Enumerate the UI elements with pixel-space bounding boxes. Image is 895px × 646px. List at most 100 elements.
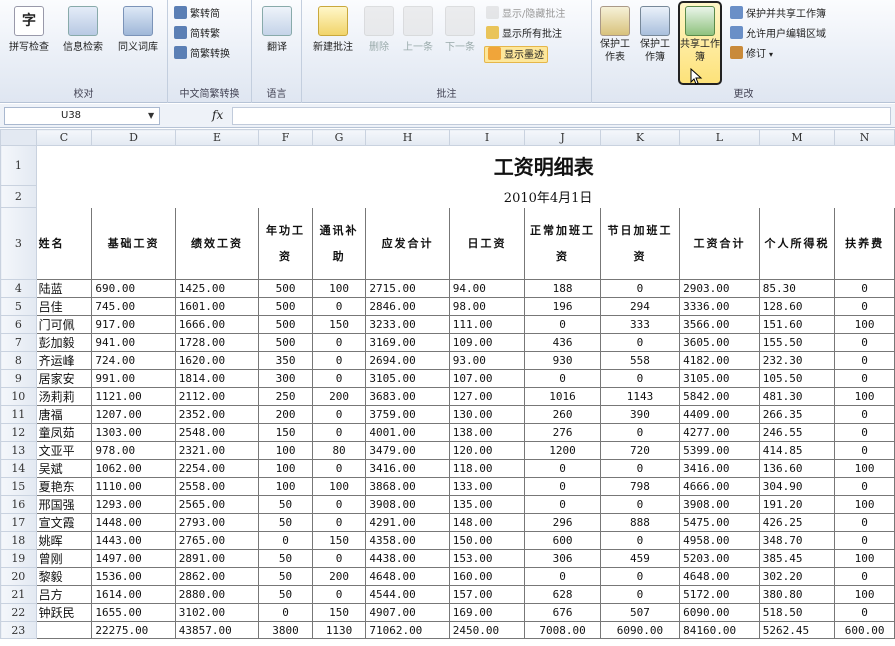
cell[interactable]: 2765.00 bbox=[174, 531, 260, 550]
column-header[interactable]: G bbox=[311, 129, 367, 146]
column-header[interactable]: M bbox=[758, 129, 836, 146]
cell[interactable]: 153.00 bbox=[448, 549, 526, 568]
row-header[interactable]: 11 bbox=[0, 405, 37, 424]
spell-check-button[interactable]: 字 拼写检查 bbox=[4, 6, 54, 53]
cell[interactable]: 600.00 bbox=[834, 621, 895, 639]
cell[interactable]: 1200 bbox=[524, 441, 601, 460]
employee-name-cell[interactable]: 宣文霞 bbox=[35, 513, 93, 532]
cell[interactable]: 2715.00 bbox=[365, 279, 450, 298]
cell[interactable]: 107.00 bbox=[448, 369, 526, 388]
employee-name-cell[interactable]: 吕方 bbox=[35, 585, 93, 604]
cell[interactable]: 4291.00 bbox=[365, 513, 450, 532]
cell[interactable]: 120.00 bbox=[448, 441, 526, 460]
employee-name-cell[interactable]: 夏艳东 bbox=[35, 477, 93, 496]
table-header-cell[interactable]: 正常加班工资 bbox=[524, 207, 601, 280]
cell-grid[interactable]: CDEFGHIJKLMN 1 工资明细表 2 2010年4月1日 3 姓名 基础工… bbox=[0, 129, 895, 639]
cell[interactable]: 100 bbox=[311, 279, 367, 298]
cell[interactable]: 191.20 bbox=[758, 495, 836, 514]
employee-name-cell[interactable]: 黎毅 bbox=[35, 567, 93, 586]
cell[interactable]: 518.50 bbox=[758, 603, 836, 622]
cell[interactable]: 3102.00 bbox=[174, 603, 260, 622]
cell[interactable]: 200 bbox=[258, 405, 313, 424]
cell[interactable]: 133.00 bbox=[448, 477, 526, 496]
employee-name-cell[interactable]: 文亚平 bbox=[35, 441, 93, 460]
translate-button[interactable]: 翻译 bbox=[258, 6, 296, 53]
cell[interactable]: 917.00 bbox=[91, 315, 176, 334]
cell[interactable]: 2694.00 bbox=[365, 351, 450, 370]
cell[interactable]: 0 bbox=[524, 477, 601, 496]
cell[interactable]: 0 bbox=[599, 495, 681, 514]
cell[interactable]: 978.00 bbox=[91, 441, 176, 460]
cell[interactable]: 5172.00 bbox=[679, 585, 760, 604]
allow-edit-ranges-button[interactable]: 允许用户编辑区域 bbox=[730, 26, 826, 43]
cell[interactable]: 1601.00 bbox=[174, 297, 260, 316]
row-header[interactable]: 19 bbox=[0, 549, 37, 568]
cell[interactable]: 150 bbox=[311, 603, 367, 622]
cell[interactable]: 0 bbox=[311, 585, 367, 604]
cell[interactable]: 169.00 bbox=[448, 603, 526, 622]
cell[interactable]: 3479.00 bbox=[365, 441, 450, 460]
cell[interactable]: 0 bbox=[311, 333, 367, 352]
cell[interactable]: 50 bbox=[258, 495, 313, 514]
cell[interactable]: 1143 bbox=[599, 387, 681, 406]
cell[interactable]: 600 bbox=[524, 531, 601, 550]
cell[interactable]: 1443.00 bbox=[91, 531, 176, 550]
sheet-title[interactable]: 工资明细表 bbox=[449, 146, 894, 186]
cell[interactable]: 0 bbox=[834, 567, 895, 586]
cell[interactable]: 276 bbox=[524, 423, 601, 442]
cell[interactable]: 306 bbox=[524, 549, 601, 568]
cell[interactable]: 4907.00 bbox=[365, 603, 450, 622]
cell[interactable]: 0 bbox=[834, 531, 895, 550]
cell[interactable]: 148.00 bbox=[448, 513, 526, 532]
employee-name-cell[interactable]: 居家安 bbox=[35, 369, 93, 388]
cell[interactable]: 3759.00 bbox=[365, 405, 450, 424]
row-header[interactable]: 22 bbox=[0, 603, 37, 622]
cell[interactable]: 0 bbox=[834, 405, 895, 424]
table-header-cell[interactable]: 节日加班工资 bbox=[599, 207, 681, 280]
select-all-corner[interactable] bbox=[0, 129, 37, 146]
cell[interactable]: 1121.00 bbox=[91, 387, 176, 406]
cell[interactable]: 385.45 bbox=[758, 549, 836, 568]
cell[interactable]: 3416.00 bbox=[679, 459, 760, 478]
cell[interactable]: 200 bbox=[311, 567, 367, 586]
cell[interactable]: 157.00 bbox=[448, 585, 526, 604]
cell[interactable]: 150 bbox=[258, 423, 313, 442]
cell[interactable]: 250 bbox=[258, 387, 313, 406]
cell[interactable]: 100 bbox=[834, 585, 895, 604]
employee-name-cell[interactable]: 唐福 bbox=[35, 405, 93, 424]
cell[interactable]: 390 bbox=[599, 405, 681, 424]
cell[interactable]: 380.80 bbox=[758, 585, 836, 604]
column-header[interactable]: L bbox=[679, 129, 760, 146]
cell[interactable]: 0 bbox=[834, 369, 895, 388]
cell[interactable]: 0 bbox=[599, 531, 681, 550]
sheet-date[interactable]: 2010年4月1日 bbox=[449, 186, 894, 208]
table-header-cell[interactable]: 基础工资 bbox=[91, 207, 176, 280]
column-header[interactable]: D bbox=[91, 129, 176, 146]
cell[interactable]: 1425.00 bbox=[174, 279, 260, 298]
cell[interactable]: 93.00 bbox=[448, 351, 526, 370]
cell[interactable]: 0 bbox=[834, 351, 895, 370]
cell[interactable]: 294 bbox=[599, 297, 681, 316]
cell[interactable]: 50 bbox=[258, 549, 313, 568]
cell[interactable]: 991.00 bbox=[91, 369, 176, 388]
track-changes-button[interactable]: 修订 ▾ bbox=[730, 46, 773, 63]
show-all-comments-button[interactable]: 显示所有批注 bbox=[486, 26, 562, 43]
cell[interactable]: 500 bbox=[258, 315, 313, 334]
column-header[interactable]: N bbox=[834, 129, 895, 146]
cell[interactable]: 1614.00 bbox=[91, 585, 176, 604]
cell[interactable]: 0 bbox=[524, 567, 601, 586]
cell[interactable]: 127.00 bbox=[448, 387, 526, 406]
cell[interactable]: 150 bbox=[311, 315, 367, 334]
cell[interactable]: 459 bbox=[599, 549, 681, 568]
cell[interactable]: 4666.00 bbox=[679, 477, 760, 496]
cell[interactable]: 0 bbox=[834, 513, 895, 532]
cell[interactable]: 4438.00 bbox=[365, 549, 450, 568]
cell[interactable]: 1536.00 bbox=[91, 567, 176, 586]
cell[interactable]: 4182.00 bbox=[679, 351, 760, 370]
cell[interactable]: 0 bbox=[599, 459, 681, 478]
row-header[interactable]: 3 bbox=[0, 207, 37, 280]
cell[interactable]: 0 bbox=[834, 279, 895, 298]
row-header[interactable]: 21 bbox=[0, 585, 37, 604]
cell[interactable]: 3105.00 bbox=[365, 369, 450, 388]
cell[interactable]: 500 bbox=[258, 333, 313, 352]
